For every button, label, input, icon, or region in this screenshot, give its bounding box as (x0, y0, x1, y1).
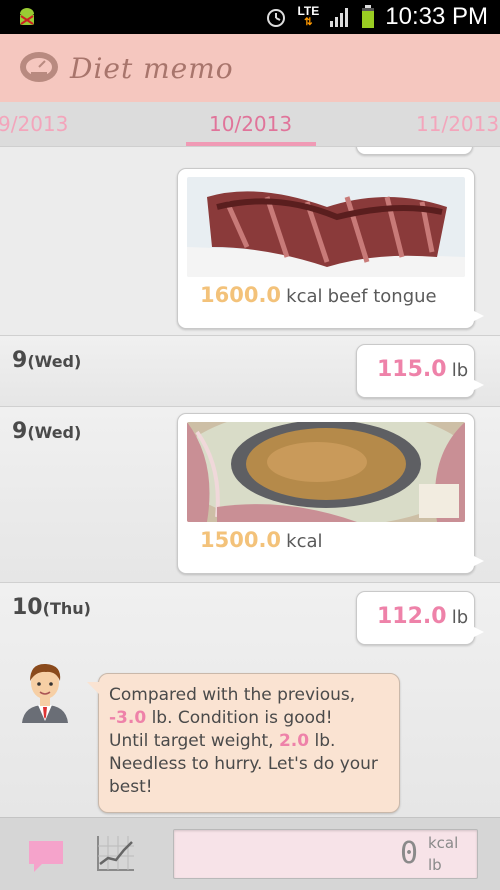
weight-entry-bubble[interactable]: 115.0 lb (356, 344, 484, 398)
list-item: 9(Wed) 1500.0 kcal (0, 407, 500, 583)
scale-icon (20, 52, 58, 82)
weight-entry-bubble[interactable]: 112.0 lb (356, 591, 484, 645)
advice-text: Compared with the previous, -3.0 lb. Con… (109, 685, 378, 797)
weight-unit: lb (451, 607, 469, 628)
next-month-tab[interactable]: 11/2013 (416, 112, 499, 136)
input-value: 0 (400, 836, 419, 871)
list-item: 9(Wed) 115.0 lb (0, 336, 500, 407)
weight-delta: -3.0 (109, 708, 147, 728)
kcal-value: 1600.0 (200, 283, 282, 307)
list-item: 1600.0 kcal beef tongue (0, 147, 500, 336)
meal-entry-bubble[interactable]: 1600.0 kcal beef tongue (177, 168, 484, 329)
kcal-unit: kcal (286, 531, 323, 552)
app-header: Diet memo (0, 34, 500, 103)
kcal-value: 1500.0 (200, 528, 282, 552)
input-unit-lb[interactable]: lb (428, 856, 442, 874)
weight-unit: lb (451, 360, 469, 381)
alarm-icon (267, 9, 286, 27)
month-navigator: 9/2013 10/2013 11/2013 (0, 102, 500, 147)
prev-month-tab[interactable]: 9/2013 (0, 112, 68, 136)
day-label: 9(Wed) (12, 348, 82, 373)
meal-note: beef tongue (327, 286, 437, 307)
day-label: 9(Wed) (12, 419, 82, 444)
graph-icon[interactable] (96, 834, 136, 872)
battery-icon (362, 5, 375, 28)
day-label: 10(Thu) (12, 595, 91, 620)
signal-icon (330, 8, 349, 27)
weight-value: 112.0 (377, 604, 447, 629)
advisor-avatar (22, 663, 68, 723)
bottom-toolbar: 0 kcal lb (0, 817, 500, 890)
target-remaining: 2.0 (278, 731, 310, 751)
app-title: Diet memo (70, 52, 234, 85)
weight-value: 115.0 (377, 357, 447, 382)
lte-icon: LTE ⇅ (297, 4, 320, 28)
current-month-indicator (186, 142, 316, 146)
meal-entry-bubble[interactable]: 1500.0 kcal (177, 413, 484, 574)
kcal-unit: kcal (286, 286, 323, 307)
entry-input[interactable]: 0 kcal lb (173, 829, 478, 879)
current-month-tab[interactable]: 10/2013 (209, 112, 292, 136)
hotpot-photo (187, 422, 465, 522)
memo-feed[interactable]: 1600.0 kcal beef tongue 9(Wed) 115.0 lb … (0, 147, 500, 817)
status-bar: LTE ⇅ 10:33 PM (0, 0, 500, 34)
beef-tongue-photo (187, 177, 465, 277)
advice-bubble: Compared with the previous, -3.0 lb. Con… (87, 673, 400, 813)
android-debug-icon (20, 8, 34, 25)
clock-time: 10:33 PM (385, 3, 488, 30)
input-unit-kcal[interactable]: kcal (428, 834, 458, 852)
memo-chat-icon[interactable] (28, 840, 64, 874)
